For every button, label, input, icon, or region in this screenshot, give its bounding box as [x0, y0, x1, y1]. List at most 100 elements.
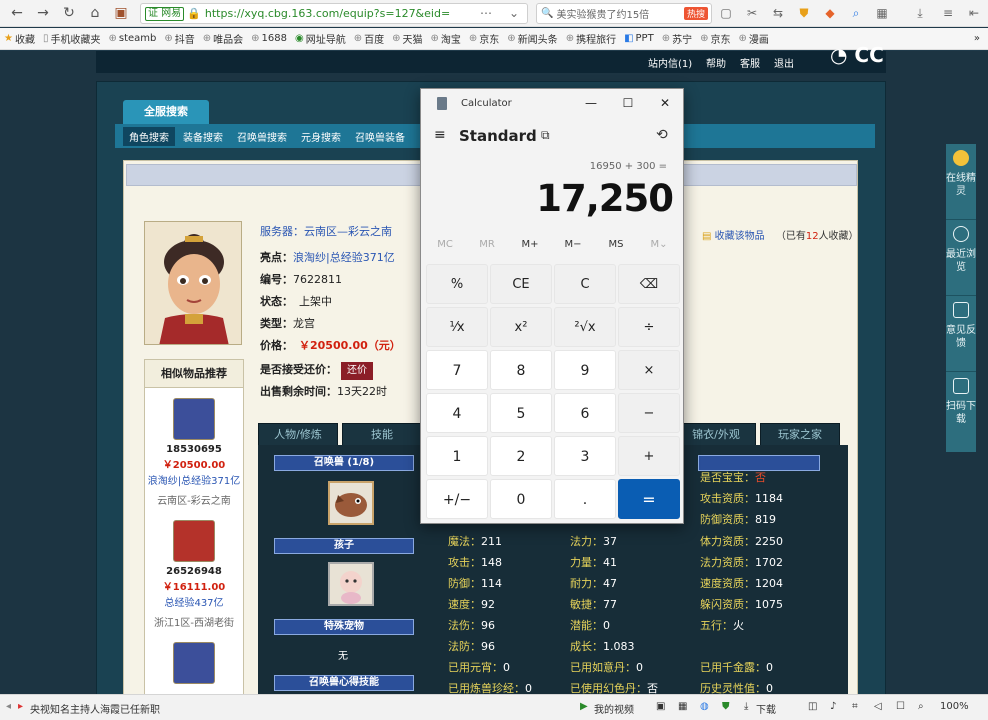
menu-icon[interactable]: ≡ [940, 5, 956, 21]
digit-5-button[interactable]: 5 [490, 393, 552, 433]
favorite-icon[interactable]: ▤ [702, 231, 711, 242]
clear-entry-button[interactable]: CE [490, 264, 552, 304]
bookmark-item[interactable]: ⊕ 1688 [247, 28, 291, 49]
crop-icon[interactable]: ⌗ [852, 701, 858, 712]
digit-8-button[interactable]: 8 [490, 350, 552, 390]
bookmark-item[interactable]: ⊕ steamb [104, 28, 160, 49]
bookmark-item[interactable]: ⊕ 漫画 [734, 28, 772, 49]
logout-link[interactable]: 退出 [774, 55, 794, 70]
backspace-button[interactable]: ⌫ [618, 264, 680, 304]
digit-4-button[interactable]: 4 [426, 393, 488, 433]
help-link[interactable]: 帮助 [706, 55, 726, 70]
news-ticker[interactable]: 央视知名主持人海霞已任新职 [30, 701, 160, 716]
zoom-icon[interactable]: ⌕ [918, 701, 924, 712]
window-icon[interactable]: ☐ [896, 701, 905, 712]
m-plus-button[interactable]: M+ [510, 239, 550, 250]
grid-icon[interactable]: ▦ [678, 701, 687, 712]
subtab-role[interactable]: 角色搜索 [123, 126, 175, 146]
shield-icon[interactable]: ⛊ [722, 701, 730, 712]
favorite-link[interactable]: 收藏该物品 [715, 231, 765, 242]
download-icon[interactable]: ⤓ [912, 5, 928, 21]
address-bar[interactable]: 证 网易 🔒 https://xyq.cbg.163.com/equip?s=1… [140, 3, 528, 24]
list-item[interactable] [145, 632, 243, 684]
sound-icon[interactable]: ♪ [830, 701, 836, 712]
bookmark-item[interactable]: ⊕ 淘宝 [427, 28, 465, 49]
bookmark-item[interactable]: ▯ 手机收藏夹 [39, 28, 105, 49]
sidebar-item-download[interactable]: 扫码下载 [946, 372, 976, 448]
item-thumbnail[interactable] [173, 398, 215, 440]
mr-button[interactable]: MR [467, 239, 507, 250]
reco-desc[interactable]: 浪淘纱|总经验371亿 [145, 474, 243, 490]
list-item[interactable]: 26526948 ￥16111.00 总经验437亿 浙江1区-西湖老街 [145, 510, 243, 632]
child-thumbnail[interactable] [328, 562, 374, 606]
square-button[interactable]: x² [490, 307, 552, 347]
sidebar-item-recent[interactable]: 最近浏览 [946, 220, 976, 296]
summon-thumbnail[interactable] [328, 481, 374, 525]
tab-outfit[interactable]: 锦衣/外观 [676, 423, 756, 445]
digit-0-button[interactable]: 0 [490, 479, 552, 519]
home-icon[interactable]: ⌂ [86, 4, 104, 22]
ms-button[interactable]: MS [596, 239, 636, 250]
subtab-summon[interactable]: 召唤兽搜索 [231, 127, 293, 146]
zoom-level[interactable]: 100% [940, 701, 969, 712]
search-box[interactable]: 🔍 美实验猴贵了约15倍 热搜 [536, 3, 712, 24]
more-icon[interactable]: ⋯ [478, 5, 494, 21]
digit-3-button[interactable]: 3 [554, 436, 616, 476]
bookmark-item[interactable]: ⊕ 百度 [350, 28, 388, 49]
keep-on-top-icon[interactable]: ⧉ [541, 128, 550, 143]
download-link[interactable]: 下载 [756, 701, 776, 716]
sidebar-toggle-icon[interactable]: ⇤ [966, 5, 982, 21]
item-thumbnail[interactable] [173, 642, 215, 684]
bookmark-item[interactable]: ⊕ 携程旅行 [562, 28, 620, 49]
digit-2-button[interactable]: 2 [490, 436, 552, 476]
item-thumbnail[interactable] [173, 520, 215, 562]
sidebar-item-feedback[interactable]: 意见反馈 [946, 296, 976, 372]
mc-button[interactable]: MC [425, 239, 465, 250]
page-icon[interactable]: ◫ [808, 701, 817, 712]
m-minus-button[interactable]: M− [553, 239, 593, 250]
grid-icon[interactable]: ▦ [874, 5, 890, 21]
bookmark-item[interactable]: ⊕ 京东 [465, 28, 503, 49]
more-bookmarks-icon[interactable]: » [974, 33, 988, 44]
sidebar-item-elf[interactable]: 在线精灵 [946, 144, 976, 220]
search-suggestion[interactable]: 美实验猴贵了约15倍 [556, 6, 649, 21]
minimize-icon[interactable]: — [581, 94, 601, 112]
bookmark-item[interactable]: ★ 收藏 [0, 28, 39, 49]
subtab-summon-equip[interactable]: 召唤兽装备 [349, 127, 411, 146]
divide-button[interactable]: ÷ [618, 307, 680, 347]
cut-icon[interactable]: ✂ [744, 5, 760, 21]
tab-full-search[interactable]: 全服搜索 [123, 100, 209, 124]
game-icon[interactable]: ◆ [822, 5, 838, 21]
bargain-button[interactable]: 还价 [341, 362, 373, 380]
digit-1-button[interactable]: 1 [426, 436, 488, 476]
tab-character[interactable]: 人物/修炼 [258, 423, 338, 445]
tool-icon[interactable]: ▣ [656, 701, 665, 712]
inbox-link[interactable]: 站内信(1) [648, 55, 692, 70]
tab-home[interactable]: 玩家之家 [760, 423, 840, 445]
list-item[interactable]: 18530695 ￥20500.00 浪淘纱|总经验371亿 云南区-彩云之南 [145, 388, 243, 510]
tab-skills[interactable]: 技能 [342, 423, 422, 445]
reload-icon[interactable]: ↻ [60, 4, 78, 22]
subtract-button[interactable]: − [618, 393, 680, 433]
my-video-link[interactable]: 我的视频 [594, 701, 634, 716]
reciprocal-button[interactable]: ¹⁄x [426, 307, 488, 347]
collapse-icon[interactable]: ◂ [6, 701, 11, 712]
multiply-button[interactable]: × [618, 350, 680, 390]
add-button[interactable]: + [618, 436, 680, 476]
service-link[interactable]: 客服 [740, 55, 760, 70]
download-icon[interactable]: ⤓ [744, 701, 748, 712]
bookmark-item[interactable]: ⊕ 抖音 [160, 28, 198, 49]
screenshot-icon[interactable]: ▢ [718, 5, 734, 21]
mute-icon[interactable]: ◁ [874, 701, 882, 712]
maximize-icon[interactable]: ☐ [618, 94, 638, 112]
subtab-yuanshen[interactable]: 元身搜索 [295, 127, 347, 146]
negate-button[interactable]: +/− [426, 479, 488, 519]
wallet-icon[interactable]: ▣ [112, 4, 130, 22]
bookmark-item[interactable]: ⊕ 唯品会 [199, 28, 247, 49]
find-icon[interactable]: ⌕ [848, 5, 864, 21]
dropdown-icon[interactable]: ⌄ [506, 5, 522, 21]
history-icon[interactable]: ⟲ [656, 127, 668, 143]
bookmark-item[interactable]: ◧ PPT [620, 28, 658, 49]
equals-button[interactable]: = [618, 479, 680, 519]
bookmark-item[interactable]: ◉ 网址导航 [291, 28, 350, 49]
